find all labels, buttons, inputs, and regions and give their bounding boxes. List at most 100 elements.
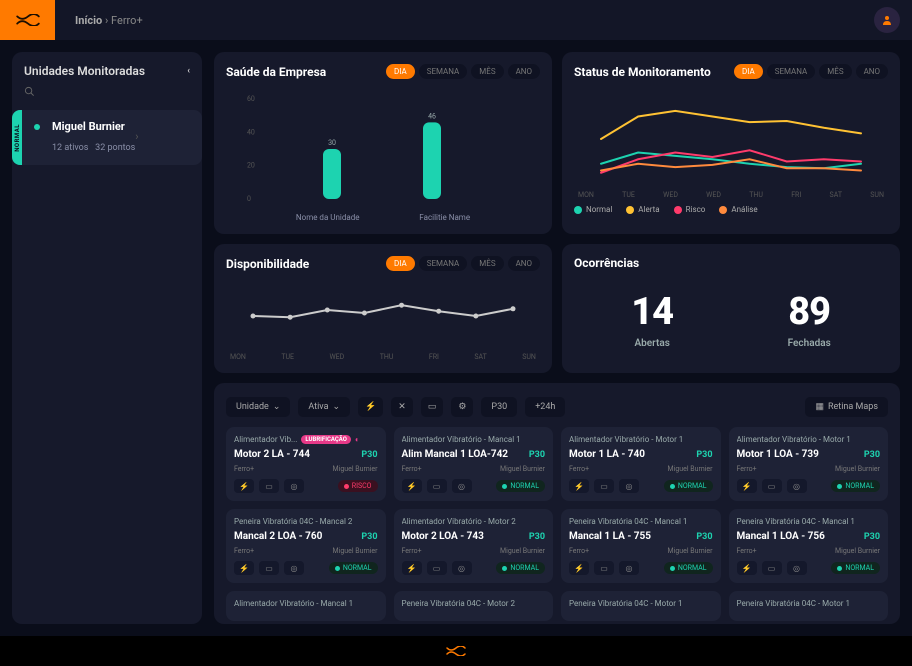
asset-card[interactable]: Peneira Vibratória 04C - Motor 2: [394, 591, 554, 621]
asset-metric: P30: [864, 450, 880, 460]
signal-icon[interactable]: ◎: [619, 561, 639, 575]
asset-card[interactable]: Alimentador Vib...LUBRIFICAÇÃO◐ Motor 2 …: [226, 427, 386, 501]
asset-card[interactable]: Alimentador Vibratório - Motor 1 Motor 1…: [729, 427, 889, 501]
asset-card[interactable]: Alimentador Vibratório - Motor 2 Motor 2…: [394, 509, 554, 583]
retina-maps-button[interactable]: ▦ Retina Maps: [805, 397, 888, 417]
asset-loc2: Miguel Burnier: [668, 547, 713, 555]
asset-top-label: Alimentador Vibratório - Motor 2: [402, 517, 516, 526]
asset-card[interactable]: Alimentador Vibratório - Mancal 1 Alim M…: [394, 427, 554, 501]
asset-card[interactable]: Peneira Vibratória 04C - Motor 1: [729, 591, 889, 621]
asset-metric: P30: [361, 450, 377, 460]
logo[interactable]: [0, 0, 55, 40]
signal-icon[interactable]: ◎: [284, 479, 304, 493]
pill-semana[interactable]: SEMANA: [767, 64, 816, 79]
battery-icon[interactable]: ▭: [259, 479, 279, 493]
x-axis: MONTUEWEDTHUFRISATSUN: [226, 353, 540, 361]
row-2: Disponibilidade DIA SEMANA MÊS ANO MONTU…: [214, 244, 900, 373]
filter-unidade[interactable]: Unidade ⌄: [226, 397, 290, 417]
bolt-icon[interactable]: ⚡: [569, 561, 589, 575]
sidebar-header: Unidades Monitoradas ‹: [12, 64, 202, 86]
pill-mes[interactable]: MÊS: [471, 64, 503, 79]
breadcrumb-root[interactable]: Início: [75, 14, 102, 27]
breadcrumb[interactable]: Início › Ferro+: [75, 14, 143, 27]
battery-icon[interactable]: ▭: [427, 561, 447, 575]
user-icon: [881, 14, 893, 26]
signal-icon[interactable]: ◎: [787, 561, 807, 575]
time-filter: DIA SEMANA MÊS ANO: [386, 256, 540, 271]
legend-dot-icon: [719, 206, 727, 214]
time-filter: DIA SEMANA MÊS ANO: [386, 64, 540, 79]
occ-fechadas-label: Fechadas: [788, 338, 831, 349]
collapse-icon[interactable]: ‹: [187, 66, 190, 76]
filter-24h[interactable]: +24h: [525, 397, 565, 417]
pill-semana[interactable]: SEMANA: [419, 64, 468, 79]
asset-loc1: Ferro+: [402, 547, 422, 555]
asset-card[interactable]: Peneira Vibratória 04C - Mancal 1 Mancal…: [729, 509, 889, 583]
occ-fechadas: 89 Fechadas: [788, 290, 831, 349]
pill-mes[interactable]: MÊS: [471, 256, 503, 271]
pill-dia[interactable]: DIA: [386, 64, 415, 79]
pill-dia[interactable]: DIA: [386, 256, 415, 271]
asset-loc2: Miguel Burnier: [333, 547, 378, 555]
bolt-icon[interactable]: ⚡: [737, 479, 757, 493]
lubrificacao-tag: LUBRIFICAÇÃO: [301, 435, 351, 444]
bolt-icon[interactable]: ⚡: [569, 479, 589, 493]
filter-p30[interactable]: P30: [481, 397, 517, 417]
bolt-icon[interactable]: ⚡: [234, 479, 254, 493]
battery-icon[interactable]: ▭: [594, 561, 614, 575]
legend-dot-icon: [574, 206, 582, 214]
signal-icon[interactable]: ◎: [284, 561, 304, 575]
filter-battery-icon[interactable]: ▭: [421, 397, 444, 417]
battery-icon[interactable]: ▭: [259, 561, 279, 575]
pill-ano[interactable]: ANO: [856, 64, 888, 79]
battery-icon[interactable]: ▭: [427, 479, 447, 493]
pill-ano[interactable]: ANO: [508, 256, 540, 271]
pill-ano[interactable]: ANO: [508, 64, 540, 79]
asset-metric: P30: [529, 532, 545, 542]
chevron-down-icon: ⌄: [333, 402, 341, 412]
status-dot-icon: [670, 566, 675, 571]
battery-icon[interactable]: ▭: [594, 479, 614, 493]
asset-loc2: Miguel Burnier: [668, 465, 713, 473]
asset-metric: P30: [696, 450, 712, 460]
asset-card[interactable]: Peneira Vibratória 04C - Mancal 1 Mancal…: [561, 509, 721, 583]
signal-icon[interactable]: ◎: [452, 479, 472, 493]
asset-top-label: Peneira Vibratória 04C - Motor 1: [737, 599, 850, 608]
unit-card[interactable]: NORMAL Miguel Burnier 12 ativos 32 ponto…: [12, 110, 202, 165]
asset-card[interactable]: Alimentador Vibratório - Motor 1 Motor 1…: [561, 427, 721, 501]
battery-icon[interactable]: ▭: [762, 561, 782, 575]
asset-loc1: Ferro+: [402, 465, 422, 473]
sidebar-search[interactable]: [12, 86, 202, 110]
pill-semana[interactable]: SEMANA: [419, 256, 468, 271]
filter-bolt-icon[interactable]: ⚡: [358, 397, 383, 417]
asset-card[interactable]: Peneira Vibratória 04C - Motor 1: [561, 591, 721, 621]
pill-dia[interactable]: DIA: [734, 64, 763, 79]
bolt-icon[interactable]: ⚡: [737, 561, 757, 575]
asset-card[interactable]: Peneira Vibratória 04C - Mancal 2 Mancal…: [226, 509, 386, 583]
asset-icons: ⚡ ▭ ◎ NORMAL: [234, 561, 378, 575]
signal-icon[interactable]: ◎: [452, 561, 472, 575]
filter-ativa[interactable]: Ativa ⌄: [298, 397, 350, 417]
avatar[interactable]: [874, 7, 900, 33]
bolt-icon[interactable]: ⚡: [234, 561, 254, 575]
asset-top-label: Alimentador Vib...: [234, 435, 297, 444]
filter-tools-icon[interactable]: ✕: [391, 397, 413, 417]
asset-top-label: Peneira Vibratória 04C - Mancal 1: [569, 517, 687, 526]
asset-card[interactable]: Alimentador Vibratório - Mancal 1: [226, 591, 386, 621]
filter-gear-icon[interactable]: ⚙: [451, 397, 473, 417]
bolt-icon[interactable]: ⚡: [402, 561, 422, 575]
asset-icons: ⚡ ▭ ◎ NORMAL: [402, 561, 546, 575]
battery-icon[interactable]: ▭: [762, 479, 782, 493]
bolt-icon[interactable]: ⚡: [402, 479, 422, 493]
breadcrumb-current[interactable]: Ferro+: [111, 14, 143, 27]
signal-icon[interactable]: ◎: [619, 479, 639, 493]
asset-icons: ⚡ ▭ ◎ NORMAL: [737, 479, 881, 493]
sidebar-title: Unidades Monitoradas: [24, 64, 145, 78]
asset-top-label: Peneira Vibratória 04C - Motor 1: [569, 599, 682, 608]
status-dot-icon: [837, 484, 842, 489]
signal-icon[interactable]: ◎: [787, 479, 807, 493]
row-1: Saúde da Empresa DIA SEMANA MÊS ANO 0204…: [214, 52, 900, 234]
svg-text:40: 40: [247, 128, 255, 136]
pill-mes[interactable]: MÊS: [819, 64, 851, 79]
search-icon: [24, 86, 35, 97]
